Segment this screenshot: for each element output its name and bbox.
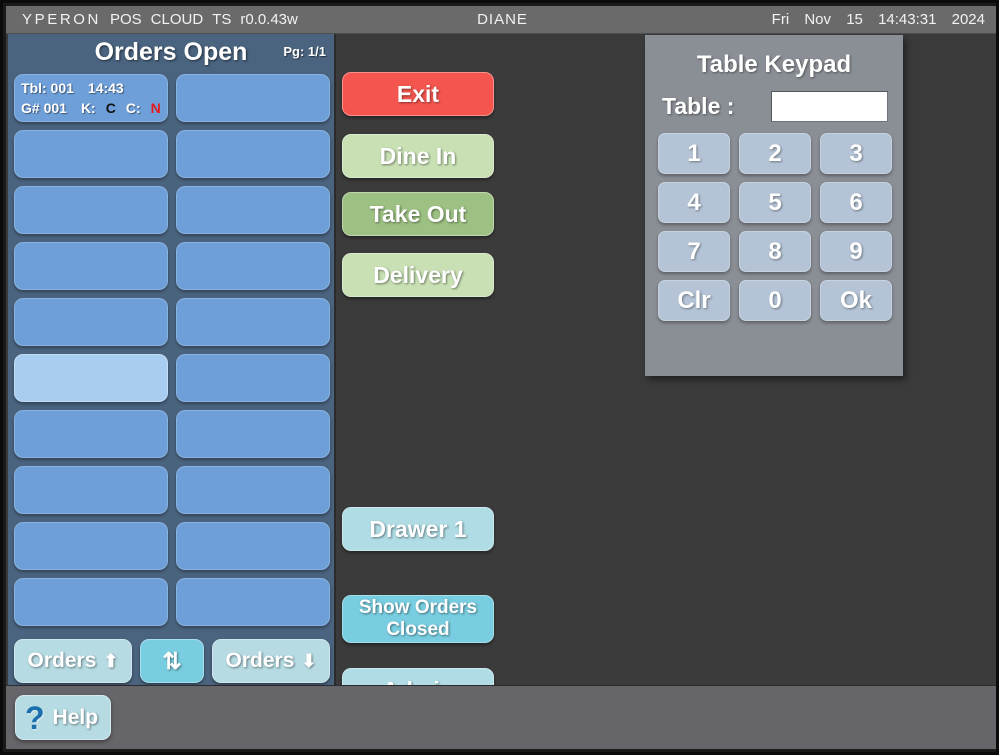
order-tile-row: [14, 242, 330, 290]
order-tile-occupied[interactable]: Tbl: 001 14:43 G# 001 K: C C: N: [14, 74, 168, 122]
show-orders-closed-label-line1: Show Orders: [358, 597, 478, 618]
orders-scroll-down-label: Orders: [225, 649, 295, 672]
keypad-key-0[interactable]: 0: [739, 280, 811, 321]
workspace: Orders Open Pg: 1/1 Tbl: 001 14:43 G# 001…: [6, 34, 996, 712]
order-tile-row: [14, 578, 330, 626]
order-tile-empty[interactable]: [176, 186, 330, 234]
orders-open-panel: Orders Open Pg: 1/1 Tbl: 001 14:43 G# 001…: [8, 34, 336, 689]
keypad-key-ok[interactable]: Ok: [820, 280, 892, 321]
customer-status-value: N: [150, 100, 161, 116]
orders-scroll-up-label: Orders: [27, 649, 97, 672]
delivery-button[interactable]: Delivery: [342, 253, 494, 297]
order-tile-row: [14, 186, 330, 234]
order-tile-selected[interactable]: [14, 354, 168, 402]
action-button-column: Exit Dine In Take Out Delivery Drawer 1 …: [342, 34, 502, 712]
order-tile-empty[interactable]: [14, 130, 168, 178]
show-orders-closed-button[interactable]: Show Orders Closed: [342, 595, 494, 643]
keypad-keys: 1 2 3 4 5 6 7 8 9 Clr 0 Ok: [658, 133, 892, 321]
arrow-down-icon: ⬇: [301, 650, 317, 671]
table-keypad-panel: Table Keypad Table : 1 2 3 4 5 6 7 8 9 C…: [645, 35, 903, 376]
keypad-key-8[interactable]: 8: [739, 231, 811, 272]
order-tile-empty[interactable]: [14, 186, 168, 234]
order-tile-row: [14, 298, 330, 346]
order-tile-line1: Tbl: 001 14:43: [21, 78, 163, 99]
order-tile-empty[interactable]: [176, 578, 330, 626]
weekday-label: Fri: [771, 11, 790, 28]
keypad-key-3[interactable]: 3: [820, 133, 892, 174]
month-label: Nov: [804, 11, 832, 28]
order-tile-empty[interactable]: [14, 578, 168, 626]
drawer-1-button[interactable]: Drawer 1: [342, 507, 494, 551]
order-tile-empty[interactable]: [176, 410, 330, 458]
order-tile-row: [14, 354, 330, 402]
page-indicator: Pg: 1/1: [283, 44, 326, 59]
orders-sort-toggle-button[interactable]: ⇅: [140, 639, 204, 683]
order-table-number: Tbl: 001: [21, 80, 74, 96]
dine-in-button[interactable]: Dine In: [342, 134, 494, 178]
order-tile-empty[interactable]: [14, 242, 168, 290]
table-input-row: Table :: [662, 90, 888, 122]
order-tile-empty[interactable]: [176, 242, 330, 290]
help-button-label: Help: [52, 705, 99, 729]
order-tile-empty[interactable]: [176, 466, 330, 514]
order-tile-empty[interactable]: [176, 130, 330, 178]
question-mark-icon: ?: [25, 699, 45, 736]
order-tile-empty[interactable]: [176, 354, 330, 402]
kitchen-status-label: K:: [80, 100, 96, 116]
year-label: 2024: [951, 11, 985, 28]
order-tile-empty[interactable]: [14, 466, 168, 514]
status-bar: ? Help: [6, 685, 996, 749]
take-out-button[interactable]: Take Out: [342, 192, 494, 236]
order-tile-empty[interactable]: [14, 298, 168, 346]
order-tile-empty[interactable]: [14, 522, 168, 570]
swap-vertical-icon: ⇅: [162, 647, 182, 674]
order-tile-line2: G# 001 K: C C: N: [21, 98, 163, 119]
keypad-key-5[interactable]: 5: [739, 182, 811, 223]
keypad-key-7[interactable]: 7: [658, 231, 730, 272]
orders-navigation-bar: Orders ⬆ ⇅ Orders ⬇: [14, 639, 330, 683]
orders-scroll-down-button[interactable]: Orders ⬇: [212, 639, 330, 683]
keypad-key-6[interactable]: 6: [820, 182, 892, 223]
order-time: 14:43: [87, 80, 124, 96]
keypad-key-clear[interactable]: Clr: [658, 280, 730, 321]
customer-status-label: C:: [125, 100, 141, 116]
title-bar: YPERON POS CLOUD TS r0.0.43w DIANE Fri Nov 1…: [6, 6, 996, 34]
orders-scroll-up-button[interactable]: Orders ⬆: [14, 639, 132, 683]
order-tile-empty[interactable]: [176, 74, 330, 122]
show-orders-closed-label-line2: Closed: [386, 619, 450, 640]
kitchen-status-value: C: [105, 100, 116, 116]
order-tile-row: [14, 410, 330, 458]
keypad-key-1[interactable]: 1: [658, 133, 730, 174]
order-tile-grid: Tbl: 001 14:43 G# 001 K: C C: N: [14, 74, 330, 634]
order-tile-row: Tbl: 001 14:43 G# 001 K: C C: N: [14, 74, 330, 122]
order-tile-row: [14, 466, 330, 514]
help-button[interactable]: ? Help: [15, 695, 111, 740]
keypad-title: Table Keypad: [696, 51, 852, 78]
keypad-key-2[interactable]: 2: [739, 133, 811, 174]
order-tile-empty[interactable]: [176, 298, 330, 346]
datetime-display: Fri Nov 15 14:43:31 2024: [772, 6, 985, 34]
order-tile-row: [14, 522, 330, 570]
keypad-key-9[interactable]: 9: [820, 231, 892, 272]
order-tile-empty[interactable]: [14, 410, 168, 458]
table-input-label: Table :: [662, 93, 735, 119]
pos-application-window: YPERON POS CLOUD TS r0.0.43w DIANE Fri Nov 1…: [0, 0, 999, 755]
order-tile-empty[interactable]: [176, 522, 330, 570]
order-guest-number: G# 001: [21, 100, 67, 116]
order-tile-row: [14, 130, 330, 178]
day-label: 15: [846, 11, 863, 28]
keypad-key-4[interactable]: 4: [658, 182, 730, 223]
time-label: 14:43:31: [878, 11, 937, 28]
table-number-input[interactable]: [771, 91, 888, 122]
arrow-up-icon: ⬆: [103, 650, 119, 671]
exit-button[interactable]: Exit: [342, 72, 494, 116]
